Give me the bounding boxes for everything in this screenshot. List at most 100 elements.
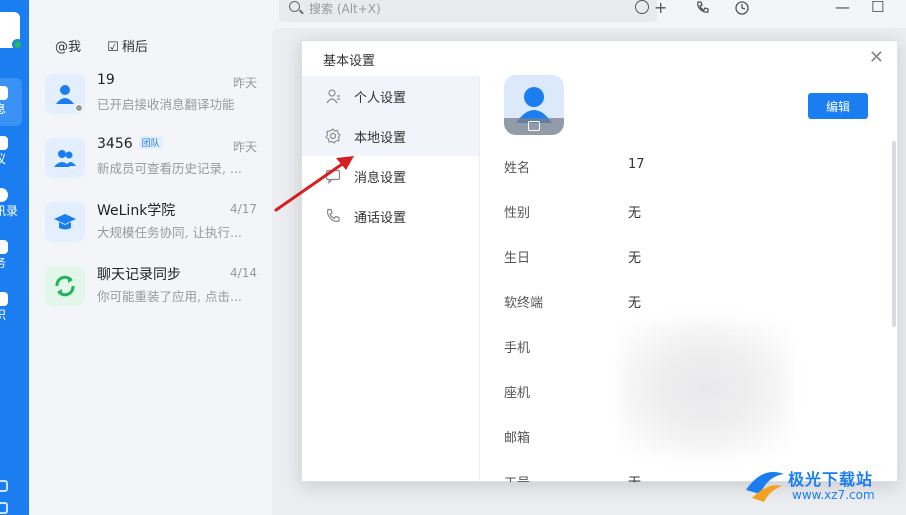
chat-preview: 你可能重装了应用, 点击... — [97, 289, 242, 304]
check-square-icon: ☑ — [107, 40, 119, 55]
rail-item-messages[interactable]: 息 — [0, 78, 22, 126]
annotation-arrow — [274, 156, 354, 212]
field-label: 生日 — [504, 251, 531, 266]
settings-menu: 个人设置 本地设置 消息设置 通话设置 — [302, 76, 480, 482]
chat-name: WeLink学院 — [97, 203, 176, 219]
field-row: 生日 无 — [504, 247, 804, 267]
contacts-icon — [0, 188, 8, 202]
camera-icon — [528, 121, 540, 131]
person-icon — [326, 89, 340, 104]
minimize-icon[interactable]: — — [835, 0, 850, 16]
chat-item[interactable]: 聊天记录同步 4/14 你可能重装了应用, 点击... — [45, 266, 257, 316]
field-label: 性别 — [504, 206, 531, 221]
redacted-region — [620, 321, 790, 455]
search-placeholder: 搜索 (Alt+X) — [309, 2, 381, 16]
chat-name: 3456 团队 — [97, 136, 163, 152]
filter-mentions[interactable]: @我 — [55, 36, 81, 55]
avatar — [45, 202, 85, 242]
chat-list-pane: @我 ☑ 稍后 19 昨天 已开启接收消息翻译功能 3456 团队 昨天 新成员可查… — [29, 26, 272, 515]
watermark-logo-icon — [746, 472, 784, 502]
chat-time: 昨天 — [232, 76, 257, 90]
tasks-icon — [0, 240, 8, 254]
field-label: 软终端 — [504, 296, 544, 311]
field-row: 性别 无 — [504, 202, 804, 222]
chat-item[interactable]: 3456 团队 昨天 新成员可查看历史记录, ... — [45, 136, 257, 188]
knowledge-icon — [0, 292, 8, 306]
online-status-dot — [12, 39, 23, 50]
settings-dialog: 基本设置 ✕ 个人设置 本地设置 消息设置 通话设置 编辑 姓名 17 性别无 生… — [301, 40, 898, 482]
rail-item-contacts[interactable]: 讯录 — [0, 188, 22, 218]
nav-rail: 息 议 讯录 务 识 — [0, 0, 29, 515]
menu-item-label: 本地设置 — [354, 131, 407, 146]
user-avatar[interactable] — [0, 12, 23, 50]
camera-overlay[interactable] — [504, 118, 564, 135]
history-icon[interactable] — [734, 0, 750, 19]
search-box[interactable]: 搜索 (Alt+X) — [279, 0, 657, 22]
watermark-url: www.xz7.com — [792, 488, 875, 502]
field-value: 无 — [628, 296, 642, 311]
profile-avatar[interactable] — [504, 75, 564, 135]
chat-time: 4/17 — [230, 202, 257, 216]
rail-item-knowledge[interactable]: 识 — [0, 292, 22, 322]
menu-item-label: 个人设置 — [354, 91, 407, 106]
chat-item[interactable]: WeLink学院 4/17 大规模任务协同, 让执行... — [45, 202, 257, 252]
field-row: 软终端 无 — [504, 292, 804, 312]
field-value: 无 — [628, 206, 642, 221]
chat-preview: 已开启接收消息翻译功能 — [97, 97, 235, 112]
plus-icon[interactable]: + — [654, 0, 667, 16]
field-label: 姓名 — [504, 161, 531, 176]
filter-label: 稍后 — [121, 40, 148, 55]
field-label: 工号 — [504, 472, 530, 482]
group-icon — [54, 150, 76, 167]
message-icon — [0, 86, 8, 100]
search-icon — [289, 1, 300, 12]
filter-label: @我 — [55, 40, 82, 55]
field-label: 邮箱 — [504, 431, 531, 446]
dialog-title: 基本设置 — [323, 54, 376, 69]
field-value: 17 — [628, 157, 645, 172]
chat-item[interactable]: 19 昨天 已开启接收消息翻译功能 — [45, 72, 257, 124]
rail-item-tasks[interactable]: 务 — [0, 240, 22, 270]
avatar — [45, 138, 85, 178]
field-row: 姓名 17 — [504, 157, 804, 177]
team-badge: 团队 — [138, 136, 163, 149]
chat-time: 4/14 — [230, 266, 257, 280]
call-icon[interactable] — [695, 0, 711, 19]
chat-name: 19 — [97, 72, 115, 88]
sync-icon — [55, 275, 75, 297]
rail-item-meetings[interactable]: 议 — [0, 136, 22, 166]
chat-preview: 大规模任务协同, 让执行... — [97, 225, 242, 240]
chat-preview: 新成员可查看历史记录, ... — [97, 161, 242, 176]
field-value: 无 — [628, 472, 641, 482]
assistant-icon[interactable] — [635, 0, 649, 14]
filter-later[interactable]: ☑ 稍后 — [107, 36, 148, 55]
menu-item-personal[interactable]: 个人设置 — [302, 76, 479, 116]
top-bar: 搜索 (Alt+X) + — ☐ — [29, 0, 906, 26]
gear-icon — [325, 128, 341, 144]
offline-dot — [75, 104, 83, 112]
scrollbar[interactable] — [892, 141, 896, 327]
field-label: 手机 — [504, 341, 531, 356]
field-label: 座机 — [504, 386, 531, 401]
watermark-title: 极光下载站 — [788, 470, 874, 489]
person-icon — [56, 85, 74, 104]
chat-time: 昨天 — [232, 140, 257, 154]
avatar — [45, 74, 85, 114]
watermark: 极光下载站 www.xz7.com — [740, 458, 900, 510]
rail-item-label: 息 — [0, 102, 7, 116]
graduation-cap-icon — [54, 214, 76, 230]
meeting-icon — [0, 136, 8, 150]
chat-name-text: 3456 — [97, 136, 133, 152]
filter-bar: @我 ☑ 稍后 — [55, 36, 170, 55]
close-icon[interactable]: ✕ — [869, 47, 884, 68]
rail-item-label: 议 — [0, 152, 7, 166]
maximize-icon[interactable]: ☐ — [871, 0, 884, 16]
avatar — [45, 266, 85, 306]
field-value: 无 — [628, 251, 642, 266]
edit-button[interactable]: 编辑 — [808, 93, 868, 119]
apps-icon[interactable] — [0, 480, 8, 492]
chat-name: 聊天记录同步 — [97, 267, 181, 283]
rail-item-label: 识 — [0, 308, 7, 322]
rail-item-label: 讯录 — [0, 204, 19, 218]
more-icon[interactable] — [0, 502, 8, 514]
